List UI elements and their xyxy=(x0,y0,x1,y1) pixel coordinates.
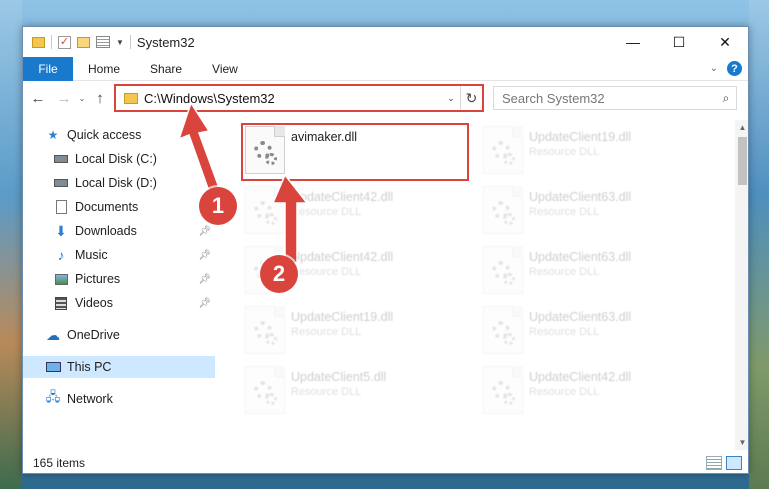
desktop-wallpaper-left xyxy=(0,0,22,489)
annotation-arrows xyxy=(177,101,309,264)
step-badge-2: 2 xyxy=(260,255,298,293)
file-explorer-window: ✓ ▼ System32 — ☐ ✕ File Home Share View … xyxy=(22,26,749,474)
step-badge-1: 1 xyxy=(199,187,237,225)
arrow-1 xyxy=(177,101,222,198)
arrow-2 xyxy=(271,173,309,264)
desktop-wallpaper-right xyxy=(749,0,769,489)
